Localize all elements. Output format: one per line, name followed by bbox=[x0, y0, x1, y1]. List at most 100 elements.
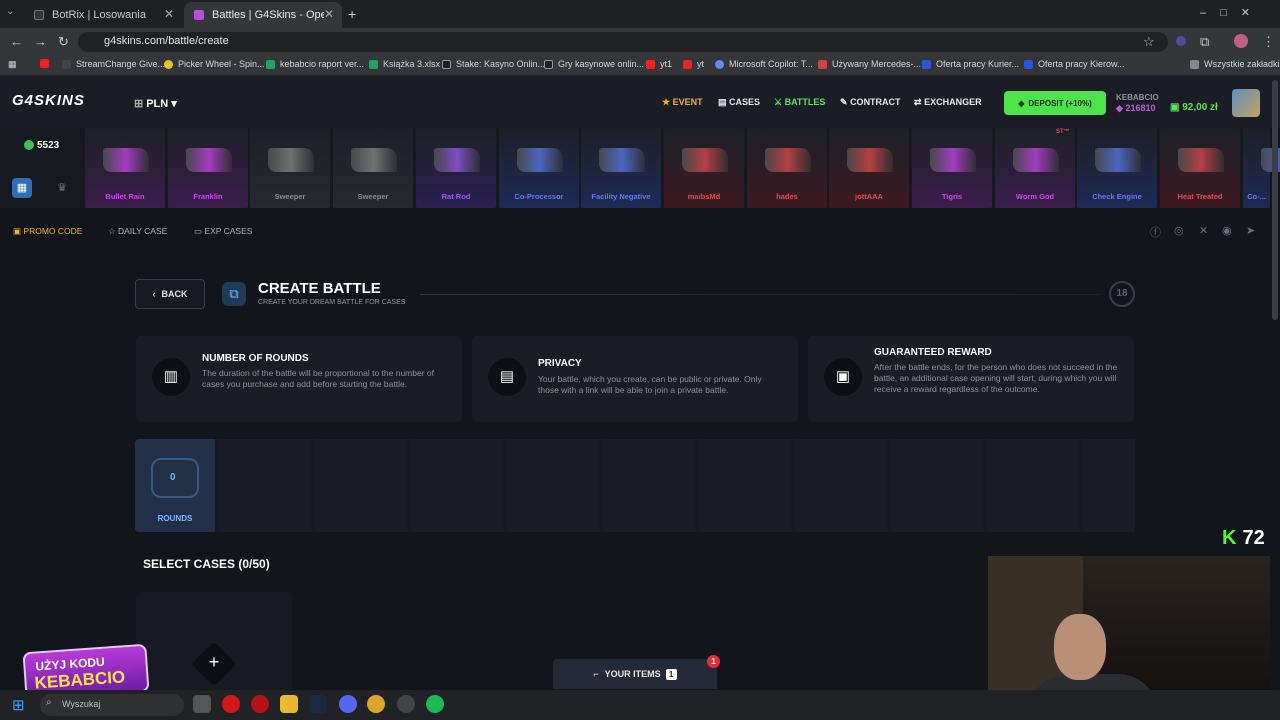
bookmark[interactable]: yt bbox=[683, 59, 704, 69]
opera-icon[interactable] bbox=[222, 695, 240, 713]
bookmark[interactable]: Picker Wheel - Spin... bbox=[164, 59, 265, 69]
drop-item[interactable]: Franklin bbox=[168, 128, 248, 208]
taskbar-search[interactable]: Wyszukaj bbox=[40, 694, 184, 716]
bookmark[interactable]: Gry kasynowe onlin... bbox=[544, 59, 644, 69]
drop-item[interactable]: Co-... bbox=[1243, 128, 1280, 208]
drop-item[interactable]: Worm God bbox=[995, 128, 1075, 208]
search-placeholder: Wyszukaj bbox=[62, 699, 101, 709]
bookmark[interactable]: yt1 bbox=[646, 59, 672, 69]
bookmark-star-icon[interactable]: ☆ bbox=[1143, 34, 1155, 50]
points-balance: ◆ 216810 bbox=[1116, 103, 1155, 114]
drop-item[interactable]: jottAAA bbox=[829, 128, 909, 208]
drop-item[interactable]: Bullet Rain bbox=[85, 128, 165, 208]
drop-item[interactable]: Heat Treated bbox=[1160, 128, 1240, 208]
weapon-skin-icon bbox=[1013, 148, 1059, 172]
drop-label: jottAAA bbox=[855, 192, 883, 201]
back-arrow-icon[interactable]: ← bbox=[10, 34, 23, 49]
user-avatar[interactable] bbox=[1232, 89, 1260, 117]
drop-item[interactable]: Rat Rod bbox=[416, 128, 496, 208]
close-icon[interactable]: ✕ bbox=[324, 7, 334, 21]
bookmark[interactable] bbox=[40, 59, 54, 68]
extensions-puzzle-icon[interactable]: ⧉ bbox=[1200, 34, 1209, 50]
card-title: PRIVACY bbox=[538, 358, 582, 369]
all-bookmarks[interactable]: Wszystkie zakładki bbox=[1190, 59, 1280, 69]
exp-cases-link[interactable]: ▭ EXP CASES bbox=[194, 226, 252, 237]
spotify-icon[interactable] bbox=[426, 695, 444, 713]
x-twitter-icon[interactable]: ✕ bbox=[1199, 224, 1208, 237]
drop-item[interactable]: Sweeper bbox=[333, 128, 413, 208]
close-icon[interactable]: ✕ bbox=[164, 7, 174, 21]
instagram-icon[interactable]: ◎ bbox=[1174, 224, 1184, 237]
new-tab-icon[interactable]: + bbox=[348, 6, 356, 22]
drop-item[interactable]: maibsMd bbox=[664, 128, 744, 208]
nav-cases[interactable]: ▤ CASES bbox=[718, 97, 760, 108]
daily-case-link[interactable]: ☆ DAILY CASE bbox=[108, 226, 167, 237]
tab-search-icon[interactable]: ⌄ bbox=[6, 6, 14, 17]
windows-start-icon[interactable]: ⊞ bbox=[12, 696, 25, 714]
site-logo[interactable]: G4SKINS bbox=[12, 92, 85, 109]
drop-item[interactable]: Sweeper bbox=[250, 128, 330, 208]
weapon-skin-icon bbox=[847, 148, 893, 172]
bookmark[interactable]: Stake: Kasyno Onlin... bbox=[442, 59, 545, 69]
weapon-skin-icon bbox=[1178, 148, 1224, 172]
obs-icon[interactable] bbox=[397, 695, 415, 713]
nav-battles[interactable]: ⚔ BATTLES bbox=[774, 97, 825, 108]
steam-icon[interactable] bbox=[309, 695, 327, 713]
chrome-icon[interactable] bbox=[367, 695, 385, 713]
nav-exchanger[interactable]: ⇄ EXCHANGER bbox=[914, 97, 982, 108]
tab-battles[interactable]: Battles | G4Skins - Open CS:GO ✕ bbox=[184, 2, 342, 28]
opera-gx-icon[interactable] bbox=[251, 695, 269, 713]
nav-contract[interactable]: ✎ CONTRACT bbox=[840, 97, 901, 108]
bookmark[interactable]: kebabcio raport ver... bbox=[266, 59, 364, 69]
currency-selector[interactable]: ⊞ PLN ▾ bbox=[134, 97, 177, 110]
profile-avatar[interactable] bbox=[1234, 34, 1248, 48]
bookmark[interactable]: Oferta pracy Kurier... bbox=[922, 59, 1019, 69]
items-count: 1 bbox=[665, 668, 677, 680]
nav-event[interactable]: ★ EVENT bbox=[662, 97, 703, 108]
bookmark[interactable]: Microsoft Copilot: T... bbox=[715, 59, 813, 69]
page-scrollbar[interactable] bbox=[1272, 80, 1278, 320]
window-controls[interactable]: –□✕ bbox=[1200, 6, 1264, 19]
extension-icon[interactable] bbox=[1176, 36, 1186, 46]
nav-label: CONTRACT bbox=[850, 97, 901, 107]
url-bar[interactable]: g4skins.com/battle/create bbox=[78, 32, 1168, 52]
grid-view-button[interactable]: ▦ bbox=[12, 178, 32, 198]
top-drops-crown-icon[interactable]: ♛ bbox=[52, 178, 72, 198]
deposit-icon: ◈ bbox=[1018, 98, 1025, 108]
drop-item[interactable]: hades bbox=[747, 128, 827, 208]
document-icon: ▤ bbox=[488, 358, 526, 396]
drop-label: Bullet Rain bbox=[105, 192, 145, 201]
forward-arrow-icon[interactable]: → bbox=[34, 34, 47, 49]
bookmark[interactable]: Używany Mercedes-... bbox=[818, 59, 921, 69]
weapon-skin-icon bbox=[351, 148, 397, 172]
card-description: The duration of the battle will be propo… bbox=[202, 368, 435, 389]
task-view-icon[interactable] bbox=[193, 695, 211, 713]
facebook-icon[interactable]: ⓕ bbox=[1150, 224, 1161, 240]
bookmark[interactable]: Oferta pracy Kierow... bbox=[1024, 59, 1125, 69]
info-card-privacy: ▤ PRIVACY Your battle, which you create,… bbox=[472, 336, 798, 422]
discord-icon[interactable]: ◉ bbox=[1222, 224, 1232, 237]
menu-kebab-icon[interactable]: ⋮ bbox=[1262, 34, 1275, 50]
drop-item[interactable]: Co-Processor bbox=[499, 128, 579, 208]
apps-grid-icon[interactable]: ▦ bbox=[8, 59, 17, 70]
bookmark[interactable]: Książka 3.xlsx bbox=[369, 59, 440, 69]
drop-item[interactable]: Tigris bbox=[912, 128, 992, 208]
drop-item[interactable]: Check Engine bbox=[1077, 128, 1157, 208]
drop-label: Check Engine bbox=[1092, 192, 1142, 201]
discord-icon[interactable] bbox=[339, 695, 357, 713]
your-items-button[interactable]: ⌐ YOUR ITEMS 1 bbox=[553, 659, 717, 689]
globe-icon: ⊞ bbox=[134, 98, 144, 110]
back-button[interactable]: ‹ BACK bbox=[135, 279, 205, 309]
g4skins-favicon-icon bbox=[194, 10, 204, 20]
weapon-skin-icon bbox=[434, 148, 480, 172]
telegram-icon[interactable]: ➤ bbox=[1246, 224, 1255, 237]
promo-code-link[interactable]: ▣ PROMO CODE bbox=[13, 226, 82, 237]
file-explorer-icon[interactable] bbox=[280, 695, 298, 713]
drop-item[interactable]: Facility Negative bbox=[581, 128, 661, 208]
deposit-button[interactable]: ◈ DEPOSIT (+10%) bbox=[1004, 91, 1106, 115]
bookmark[interactable]: StreamChange Give... bbox=[62, 59, 165, 69]
notification-badge: 1 bbox=[707, 655, 720, 668]
tab-botrix[interactable]: BotRix | Losowania ✕ bbox=[24, 2, 182, 28]
round-slot bbox=[603, 439, 695, 532]
reload-icon[interactable]: ↻ bbox=[58, 34, 69, 50]
